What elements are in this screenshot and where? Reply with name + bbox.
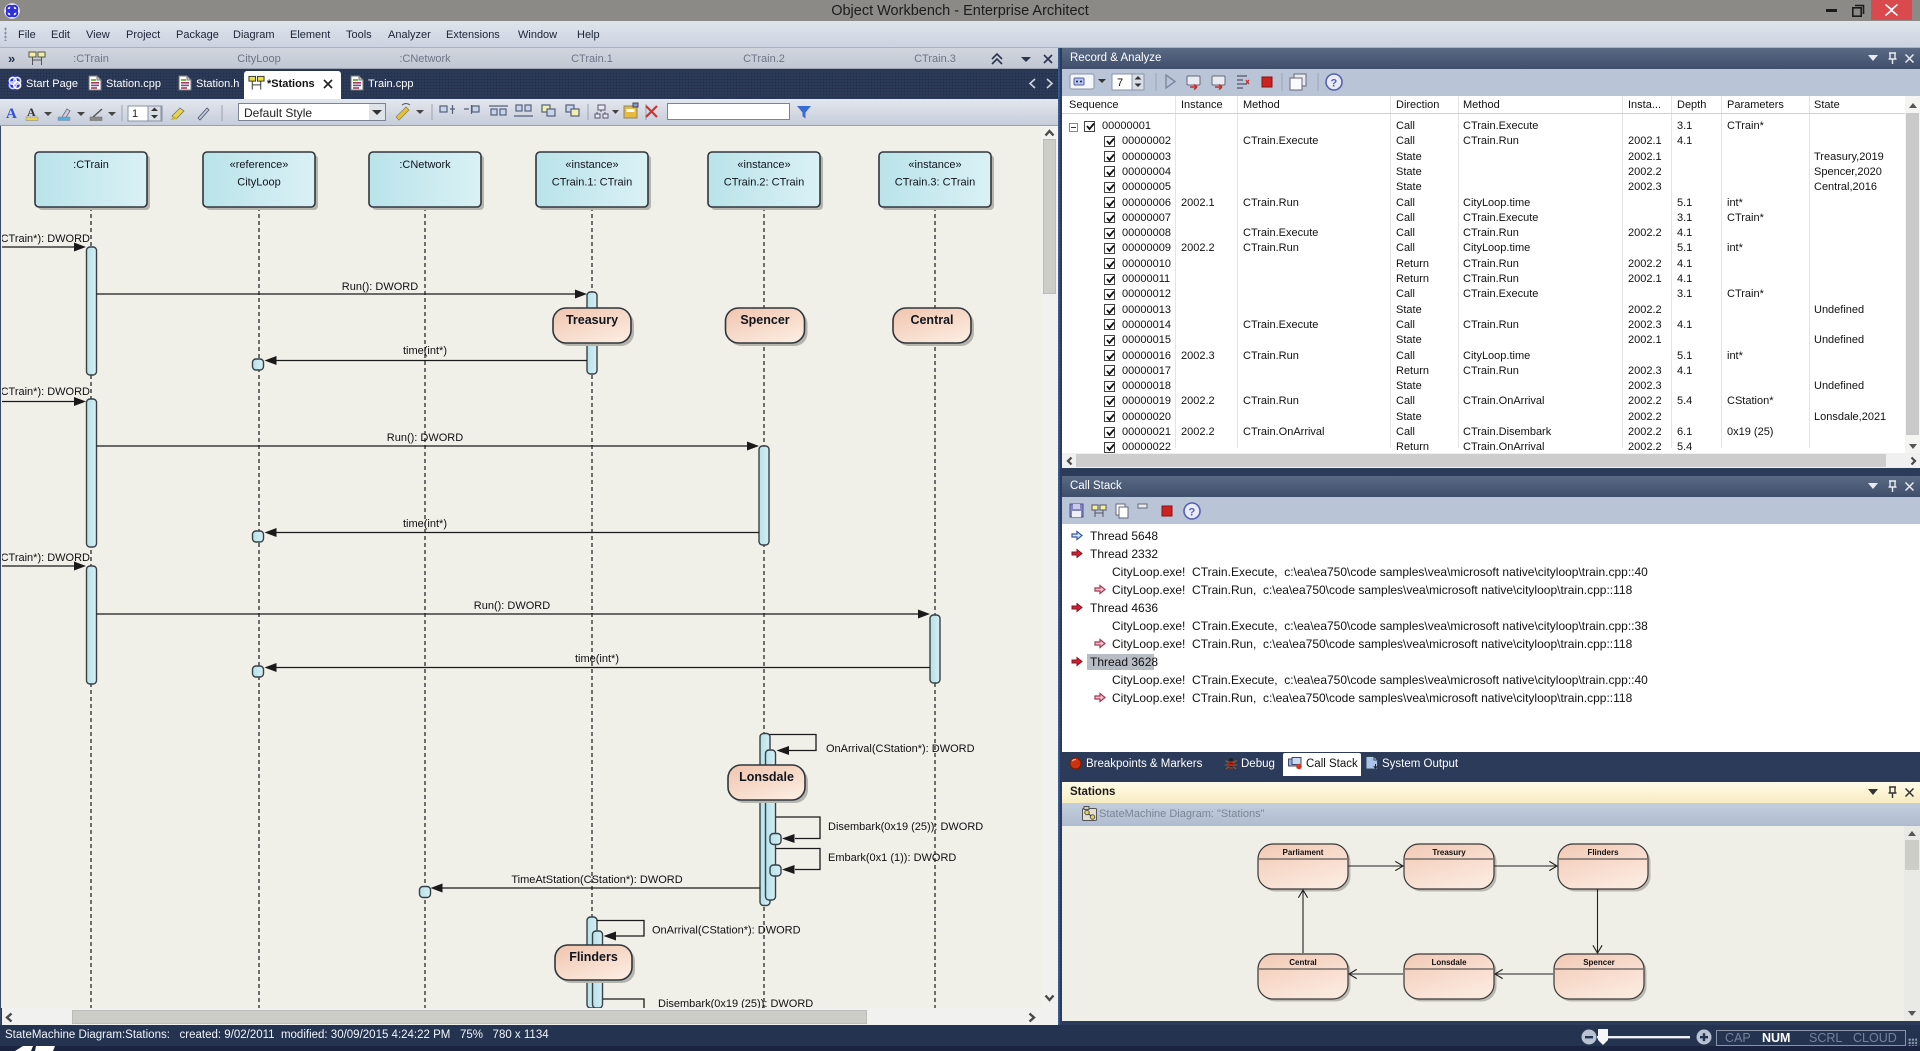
svg-text:OnArrival(CStation*): DWORD: OnArrival(CStation*): DWORD [652,925,801,937]
svg-text:?: ? [1189,507,1196,519]
svg-text:OnArrival(CStation*): DWORD: OnArrival(CStation*): DWORD [826,743,975,755]
svg-text:Parliament: Parliament [1283,848,1324,857]
svg-text:TimeAtStation(CStation*): DWOR: TimeAtStation(CStation*): DWORD [511,874,682,886]
svg-text:?: ? [1331,78,1338,90]
svg-text:A: A [6,106,17,122]
svg-text:Spencer: Spencer [740,313,789,327]
svg-text:time(int*): time(int*) [403,518,447,530]
svg-text:Embark(0x1 (1)): DWORD: Embark(0x1 (1)): DWORD [828,852,956,864]
svg-text:Spencer: Spencer [1583,958,1615,967]
svg-text:Disembark(0x19 (25)): DWORD: Disembark(0x19 (25)): DWORD [828,821,983,833]
svg-text:Central: Central [910,313,953,327]
svg-text:Treasury: Treasury [1432,848,1466,857]
svg-text:«instance»: «instance» [908,159,961,171]
svg-text:Disembark(0x19 (25)): DWORD: Disembark(0x19 (25)): DWORD [658,998,813,1008]
svg-text:1: 1 [132,108,138,120]
svg-text:(CTrain*): DWORD: (CTrain*): DWORD [2,233,90,245]
svg-text:(CTrain*): DWORD: (CTrain*): DWORD [2,552,90,564]
svg-text:CTrain.3: CTrain: CTrain.3: CTrain [895,177,975,189]
svg-text::CNetwork: :CNetwork [399,159,451,171]
svg-text:Central: Central [1289,958,1317,967]
svg-text:time(int*): time(int*) [575,653,619,665]
svg-text:time(int*): time(int*) [403,345,447,357]
svg-text:Run(): DWORD: Run(): DWORD [387,432,463,444]
svg-text:(CTrain*): DWORD: (CTrain*): DWORD [2,386,90,398]
svg-text:Run(): DWORD: Run(): DWORD [342,281,418,293]
svg-text:CityLoop: CityLoop [237,177,280,189]
svg-text:Flinders: Flinders [1587,848,1619,857]
svg-text:Lonsdale: Lonsdale [739,770,794,784]
svg-text:«reference»: «reference» [230,159,289,171]
svg-text::CTrain: :CTrain [73,159,109,171]
svg-text:Run(): DWORD: Run(): DWORD [474,600,550,612]
svg-text:«instance»: «instance» [565,159,618,171]
svg-text:Lonsdale: Lonsdale [1431,958,1467,967]
svg-text:Treasury: Treasury [566,313,618,327]
svg-text:Flinders: Flinders [569,950,618,964]
svg-text:7: 7 [1117,77,1123,89]
svg-text:«instance»: «instance» [737,159,790,171]
svg-text:CTrain.1: CTrain: CTrain.1: CTrain [552,177,632,189]
svg-text:CTrain.2: CTrain: CTrain.2: CTrain [724,177,804,189]
